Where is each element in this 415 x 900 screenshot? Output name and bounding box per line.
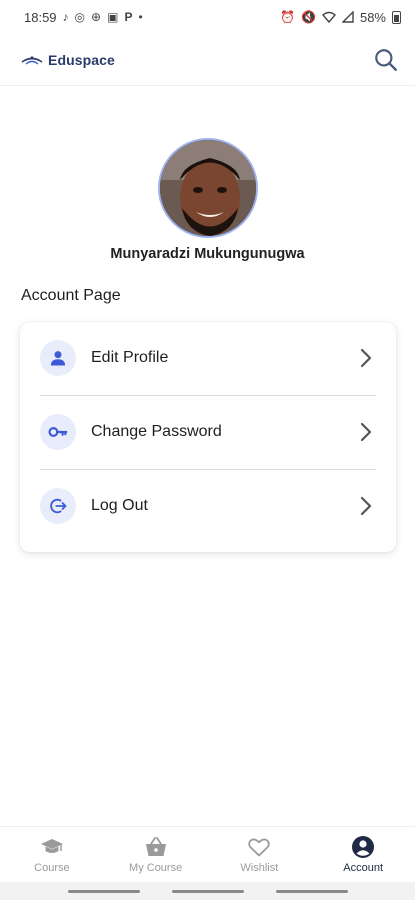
- account-screen: 18:59 ♪ ◎ ⊕ ▣ P • ⏰ 🔇 58% Eduspace Munya…: [0, 0, 415, 900]
- logout-icon: [40, 488, 76, 524]
- status-left: 18:59 ♪ ◎ ⊕ ▣ P •: [24, 10, 143, 25]
- menu-item-log-out[interactable]: Log Out: [40, 476, 376, 536]
- account-circle-icon: [352, 836, 375, 858]
- brand-name: Eduspace: [48, 51, 115, 68]
- system-gesture-bar: [0, 882, 415, 900]
- nav-item-course[interactable]: Course: [0, 827, 104, 882]
- dot-icon: •: [138, 10, 143, 24]
- home-button[interactable]: [171, 889, 244, 893]
- page-title: Account Page: [21, 287, 121, 304]
- nav-label: Account: [343, 862, 383, 874]
- menu-item-label: Edit Profile: [91, 349, 169, 366]
- download-icon: ⊕: [91, 10, 102, 24]
- nav-label: My Course: [129, 862, 183, 874]
- bottom-nav: Course My Course Wishlist Account: [0, 826, 415, 882]
- key-icon: [40, 414, 76, 450]
- status-bar: 18:59 ♪ ◎ ⊕ ▣ P • ⏰ 🔇 58%: [0, 0, 415, 34]
- graduation-cap-icon: [40, 839, 63, 853]
- profile-name: Munyaradzi Mukungunugwa: [110, 246, 305, 262]
- mute-icon: 🔇: [301, 10, 316, 24]
- heart-icon: [248, 838, 271, 857]
- divider: [40, 395, 376, 396]
- app-bar: Eduspace: [0, 34, 415, 86]
- signal-icon: [341, 11, 354, 23]
- menu-item-label: Log Out: [91, 497, 148, 514]
- battery-percent: 58%: [359, 9, 386, 25]
- brand[interactable]: Eduspace: [20, 52, 115, 68]
- nav-item-wishlist[interactable]: Wishlist: [208, 827, 312, 882]
- person-icon: [40, 340, 76, 376]
- status-right: ⏰ 🔇 58%: [280, 10, 401, 25]
- back-button[interactable]: [275, 889, 348, 893]
- avatar-photo: [160, 140, 256, 236]
- battery-icon: [392, 10, 401, 24]
- p-icon: P: [124, 10, 133, 24]
- status-time: 18:59: [24, 9, 57, 25]
- tiktok-icon: ♪: [62, 10, 69, 24]
- alarm-icon: ⏰: [280, 10, 296, 24]
- nav-label: Course: [34, 862, 70, 874]
- menu-item-change-password[interactable]: Change Password: [40, 402, 376, 462]
- account-menu-card: Edit Profile Change Password Log Out: [20, 322, 396, 552]
- nav-item-my-course[interactable]: My Course: [104, 827, 208, 882]
- chevron-right-icon: [356, 496, 376, 516]
- chevron-right-icon: [356, 422, 376, 442]
- search-icon: [375, 48, 397, 71]
- menu-item-edit-profile[interactable]: Edit Profile: [40, 328, 376, 388]
- menu-item-label: Change Password: [91, 423, 222, 440]
- notification-icon: ▣: [107, 10, 119, 24]
- basket-icon: [145, 837, 166, 856]
- nav-label: Wishlist: [240, 862, 279, 874]
- wifi-icon: [321, 11, 336, 23]
- search-button[interactable]: [369, 43, 403, 77]
- nav-item-account[interactable]: Account: [311, 827, 415, 882]
- eduspace-logo-icon: [21, 55, 43, 65]
- chevron-right-icon: [356, 348, 376, 368]
- recent-apps-button[interactable]: [67, 889, 140, 893]
- whatsapp-icon: ◎: [74, 10, 86, 24]
- avatar[interactable]: [158, 138, 258, 238]
- divider: [40, 469, 376, 470]
